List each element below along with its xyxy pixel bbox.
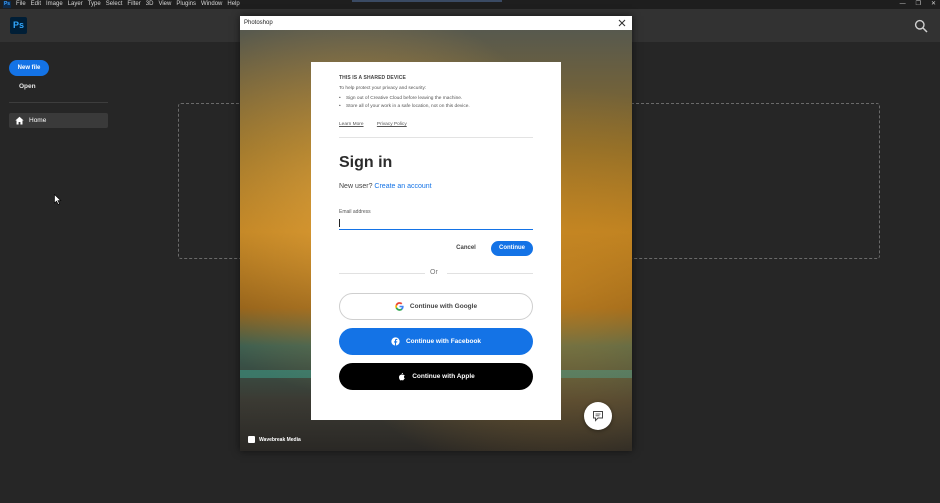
new-file-button[interactable]: New file <box>9 60 49 76</box>
menu-view[interactable]: View <box>158 0 171 9</box>
continue-button[interactable]: Continue <box>491 241 533 256</box>
continue-with-google-button[interactable]: Continue with Google <box>339 293 533 320</box>
menu-image[interactable]: Image <box>46 0 63 9</box>
continue-with-apple-button[interactable]: Continue with Apple <box>339 363 533 390</box>
shared-device-intro: To help protect your privacy and securit… <box>339 86 427 91</box>
menu-filter[interactable]: Filter <box>127 0 140 9</box>
google-button-label: Continue with Google <box>409 303 478 310</box>
image-icon <box>248 436 255 443</box>
email-label: Email address <box>339 209 371 215</box>
divider <box>339 273 425 274</box>
menu-3d[interactable]: 3D <box>146 0 154 9</box>
menu-edit[interactable]: Edit <box>31 0 41 9</box>
minimize-icon[interactable]: — <box>900 0 906 9</box>
home-icon <box>15 116 24 125</box>
facebook-button-label: Continue with Facebook <box>405 338 482 345</box>
window-controls: — ❐ ✕ <box>900 0 936 9</box>
mouse-cursor-icon <box>54 194 62 205</box>
email-field[interactable] <box>339 216 533 230</box>
rail-divider <box>9 102 108 103</box>
new-user-text: New user? Create an account <box>339 183 432 190</box>
or-separator: Or <box>430 269 438 276</box>
chat-icon <box>593 411 603 422</box>
chat-button[interactable] <box>584 402 612 430</box>
restore-icon[interactable]: ❐ <box>916 0 921 9</box>
continue-with-facebook-button[interactable]: Continue with Facebook <box>339 328 533 355</box>
menu-help[interactable]: Help <box>227 0 239 9</box>
divider <box>339 137 533 138</box>
new-user-prefix: New user? <box>339 183 373 190</box>
shared-device-list: Sign out of Creative Cloud before leavin… <box>339 96 470 112</box>
google-icon <box>395 302 404 311</box>
facebook-icon <box>391 337 400 346</box>
list-item: Sign out of Creative Cloud before leavin… <box>339 96 470 101</box>
cancel-button[interactable]: Cancel <box>451 241 481 255</box>
photoshop-logo-icon: Ps <box>10 17 27 34</box>
search-icon[interactable] <box>914 19 928 33</box>
divider <box>447 273 533 274</box>
photo-credit: Wavebreak Media <box>248 436 301 443</box>
title-bar-indicator <box>352 0 502 2</box>
create-account-link[interactable]: Create an account <box>374 183 431 190</box>
menu-select[interactable]: Select <box>106 0 123 9</box>
sign-in-card: THIS IS A SHARED DEVICE To help protect … <box>311 62 561 420</box>
apple-button-label: Continue with Apple <box>412 373 475 380</box>
close-icon[interactable] <box>617 18 627 28</box>
menu-type[interactable]: Type <box>88 0 101 9</box>
list-item: Store all of your work in a safe locatio… <box>339 104 470 109</box>
menu-window[interactable]: Window <box>201 0 222 9</box>
sign-in-heading: Sign in <box>339 154 393 171</box>
open-button[interactable]: Open <box>19 83 36 90</box>
text-caret <box>339 219 340 227</box>
sidebar-item-label: Home <box>29 117 47 124</box>
close-icon[interactable]: ✕ <box>931 0 936 9</box>
dialog-titlebar: Photoshop <box>240 16 632 30</box>
shared-device-links: Learn More Privacy Policy <box>339 122 419 127</box>
apple-icon <box>397 372 406 381</box>
menu-plugins[interactable]: Plugins <box>176 0 196 9</box>
photo-credit-text: Wavebreak Media <box>259 436 301 443</box>
privacy-policy-link[interactable]: Privacy Policy <box>377 122 407 127</box>
photoshop-small-icon: Ps <box>3 1 11 8</box>
learn-more-link[interactable]: Learn More <box>339 122 364 127</box>
sidebar-item-home[interactable]: Home <box>9 113 108 128</box>
menu-file[interactable]: File <box>16 0 26 9</box>
shared-device-title: THIS IS A SHARED DEVICE <box>339 75 406 81</box>
photoshop-dialog: Photoshop Wavebreak Media THIS IS A SHAR… <box>240 16 632 451</box>
menu-layer[interactable]: Layer <box>68 0 83 9</box>
dialog-title: Photoshop <box>244 20 273 26</box>
